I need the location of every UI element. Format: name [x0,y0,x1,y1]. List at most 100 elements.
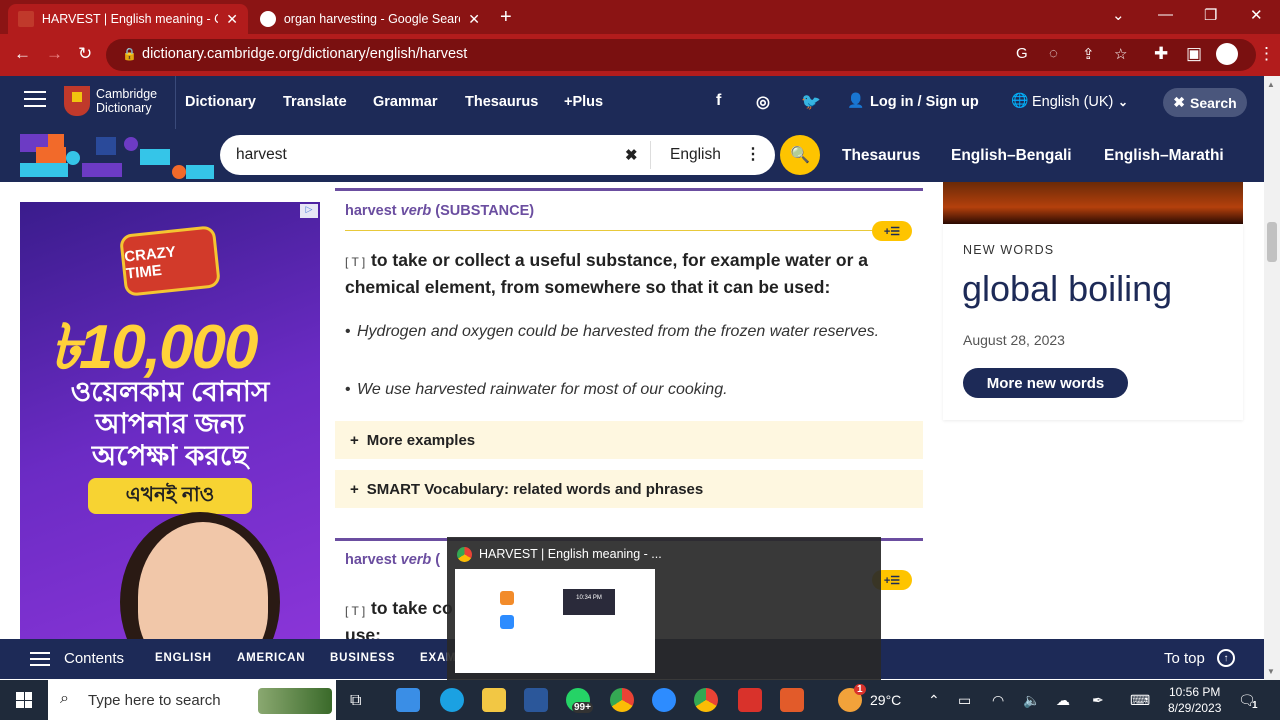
contents-menu-icon[interactable] [30,652,50,670]
back-icon[interactable]: ← [14,44,31,64]
google-lens-icon[interactable]: G [1016,45,1028,62]
search-query[interactable]: harvest [236,146,287,164]
twitter-icon[interactable]: 🐦 [801,92,821,112]
clock-time: 10:56 PM [1169,685,1221,699]
word-icon[interactable] [524,688,548,712]
scroll-down-arrow-icon[interactable]: ▼ [1267,667,1275,676]
app-icon [500,591,514,605]
nav-grammar[interactable]: Grammar [373,94,437,110]
chrome-menu-icon[interactable]: ⋮ [1258,44,1275,64]
restore-icon[interactable]: ❐ [1204,6,1217,24]
link-thesaurus[interactable]: Thesaurus [842,147,920,165]
logo-line1: Cambridge [96,87,158,101]
minimize-icon[interactable]: — [1158,6,1173,23]
chrome-icon[interactable] [610,688,634,712]
taskbar-window-preview[interactable]: HARVEST | English meaning - ... 10:34 PM [447,537,881,680]
onedrive-icon[interactable]: ☁ [1056,692,1070,709]
close-window-icon[interactable]: ✕ [1250,6,1263,24]
nav-thesaurus[interactable]: Thesaurus [465,94,538,110]
bookmark-star-icon[interactable]: ☆ [1114,45,1127,63]
user-icon[interactable]: 👤 [847,92,864,109]
wifi-icon[interactable]: ◠ [992,692,1004,709]
share-icon[interactable]: ⇪ [1082,45,1095,63]
browser-tab-google[interactable]: organ harvesting - Google Search ✕ [250,4,490,34]
grammar-code[interactable]: [ T ] [345,604,365,618]
link-english-marathi[interactable]: English–Marathi [1104,147,1224,165]
system-clock[interactable]: 10:56 PM 8/29/2023 [1168,684,1221,716]
side-panel-icon[interactable]: ▣ [1186,44,1202,64]
more-examples-toggle[interactable]: + More examples [335,421,923,459]
cambridge-logo[interactable]: Cambridge Dictionary [64,86,157,116]
eye-off-icon[interactable]: ◌ [1049,45,1058,62]
chrome-icon [457,547,472,562]
close-tab-icon[interactable]: ✕ [468,11,480,28]
part-of-speech: verb [400,203,432,219]
windows-start-icon[interactable] [16,692,32,708]
contents-link-business[interactable]: BUSINESS [330,652,395,664]
pen-icon[interactable]: ✒ [1092,692,1104,709]
globe-icon[interactable]: 🌐 [1011,92,1028,109]
contents-link-american[interactable]: AMERICAN [237,652,305,664]
search-submit-button[interactable]: 🔍 [780,135,820,175]
login-link[interactable]: Log in / Sign up [870,94,979,110]
arrow-up-icon[interactable]: ↑ [1217,649,1235,667]
smart-vocabulary-toggle[interactable]: + SMART Vocabulary: related words and phr… [335,470,923,508]
new-word-title[interactable]: global boiling [962,268,1172,310]
definition: to take or collect a useful substance, f… [345,250,868,297]
extensions-icon[interactable]: ✚ [1154,44,1168,64]
new-tab-icon[interactable]: + [500,6,512,29]
keyboard-icon[interactable]: ⌨ [1130,692,1150,709]
ad-logo: CRAZY TIME [119,225,221,297]
more-new-words-button[interactable]: More new words [963,368,1128,398]
clear-search-icon[interactable]: ✖ [625,146,638,164]
link-english-bengali[interactable]: English–Bengali [951,147,1072,165]
taskbar-search-box[interactable]: ⌕ Type here to search [48,680,336,720]
lock-icon[interactable]: 🔒 [122,47,137,61]
nav-translate[interactable]: Translate [283,94,347,110]
preview-image[interactable]: 10:34 PM [455,569,655,673]
language-selector[interactable]: English (UK) [1032,94,1113,110]
facebook-icon[interactable]: f [716,92,721,110]
profile-avatar[interactable] [1216,43,1238,65]
volume-icon[interactable]: 🔈 [1023,692,1040,709]
browser-tab-harvest[interactable]: HARVEST | English meaning - Ca ✕ [8,4,248,34]
scrollbar-thumb[interactable] [1267,222,1277,262]
nav-plus[interactable]: +Plus [564,94,603,110]
pdf-reader-icon[interactable] [738,688,762,712]
to-top-link[interactable]: To top [1164,650,1205,667]
battery-icon[interactable]: ▭ [958,692,971,709]
header-search-button[interactable]: ✖ Search [1163,88,1247,117]
address-bar[interactable]: 🔒 dictionary.cambridge.org/dictionary/en… [106,39,1256,71]
decor-block [36,147,66,163]
contents-title[interactable]: Contents [64,650,124,667]
weather-temperature[interactable]: 29°C [870,692,901,708]
page-scrollbar[interactable] [1264,76,1280,680]
search-input[interactable]: harvest ✖ English ⋮ [220,135,775,175]
advertisement[interactable]: ▷ CRAZY TIME ৳10,000 ওয়েলকাম বোনাস আপনার… [20,202,320,642]
adchoices-icon[interactable]: ▷ [300,204,318,218]
ad-cta-button[interactable]: এখনই নাও [88,478,252,514]
task-view-icon[interactable]: ⧉ [350,692,361,710]
close-tab-icon[interactable]: ✕ [226,11,238,28]
chevron-down-icon[interactable]: ⌄ [1118,95,1128,109]
file-explorer-icon[interactable] [482,688,506,712]
contents-link-english[interactable]: ENGLISH [155,652,212,664]
chrome-profile-icon[interactable] [694,688,718,712]
reload-icon[interactable]: ↻ [78,44,92,64]
more-options-icon[interactable]: ⋮ [745,144,761,164]
show-hidden-icons-icon[interactable]: ⌃ [928,692,940,709]
edge-icon[interactable] [440,688,464,712]
zoom-icon[interactable] [652,688,676,712]
dictionary-language-select[interactable]: English [670,146,721,164]
hamburger-menu-icon[interactable] [24,91,46,112]
microsoft-store-icon[interactable] [396,688,420,712]
blog-image[interactable] [943,182,1243,224]
tab-search-icon[interactable]: ⌄ [1112,6,1125,24]
snipping-tool-icon[interactable] [780,688,804,712]
nav-dictionary[interactable]: Dictionary [185,94,256,110]
forward-icon[interactable]: → [46,44,63,64]
url-text[interactable]: dictionary.cambridge.org/dictionary/engl… [142,46,467,62]
instagram-icon[interactable]: ◎ [756,92,770,112]
scroll-up-arrow-icon[interactable]: ▲ [1267,80,1275,89]
add-to-wordlist-button[interactable]: +☰ [872,221,912,241]
